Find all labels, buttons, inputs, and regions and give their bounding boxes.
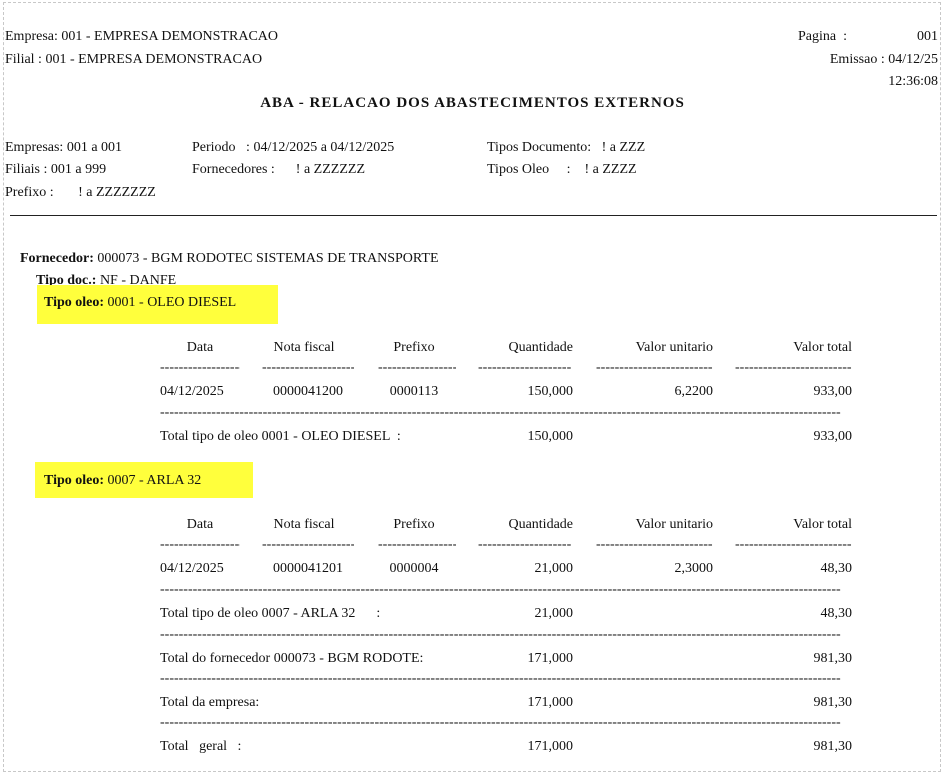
report-title: ABA - RELACAO DOS ABASTECIMENTOS EXTERNO… [260, 95, 685, 111]
total-fornecedor-valor: 981,30 [813, 651, 853, 666]
row-data: 04/12/2025 [160, 384, 224, 399]
col-underline: -------------------- [160, 539, 240, 551]
filial-line: Filial : 001 - EMPRESA DEMONSTRACAO [5, 52, 263, 67]
header-divider [10, 215, 937, 216]
total-empresa-label: Total da empresa: [160, 695, 260, 710]
col-valor-unit-header: Valor unitario [635, 517, 713, 532]
total-tipo-qtd: 21,000 [534, 606, 574, 621]
total-tipo-qtd: 150,000 [527, 429, 574, 444]
col-nota-header: Nota fiscal [273, 517, 335, 532]
row-data: 04/12/2025 [160, 561, 224, 576]
col-underline: -------------------- [262, 362, 354, 374]
tipo-oleo-label: Tipo oleo: [44, 473, 105, 488]
total-geral-label: Total geral : [160, 739, 242, 754]
total-tipo-label: Total tipo de oleo 0007 - ARLA 32 : [160, 606, 381, 621]
hora-line: 12:36:08 [888, 74, 938, 89]
total-tipo-valor: 933,00 [813, 429, 853, 444]
col-underline: -------------------- [160, 362, 240, 374]
col-underline: -------------------- [262, 539, 354, 551]
param-filiais: Filiais : 001 a 999 [5, 162, 107, 177]
row-separator: ----------------------------------------… [160, 673, 841, 685]
param-tipos-oleo: Tipos Oleo : ! a ZZZZ [487, 162, 637, 177]
total-tipo-label: Total tipo de oleo 0001 - OLEO DIESEL : [160, 429, 401, 444]
tipo-oleo-value: 0001 - OLEO DIESEL [104, 295, 237, 310]
total-fornecedor-label: Total do fornecedor 000073 - BGM RODOTE: [160, 651, 424, 666]
param-fornecedores: Fornecedores : ! a ZZZZZZ [192, 162, 365, 177]
empresa-line: Empresa: 001 - EMPRESA DEMONSTRACAO [5, 29, 279, 44]
col-prefixo-header: Prefixo [393, 340, 435, 355]
row-valor-unit: 2,3000 [674, 561, 714, 576]
col-valor-unit-header: Valor unitario [635, 340, 713, 355]
col-quantidade-header: Quantidade [508, 517, 573, 532]
pagina-value: 001 [917, 29, 938, 44]
total-empresa-qtd: 171,000 [527, 695, 574, 710]
tipo-oleo-label: Tipo oleo: [44, 295, 105, 310]
row-prefixo: 0000004 [389, 561, 439, 576]
col-data-header: Data [186, 517, 214, 532]
row-nota: 0000041201 [273, 561, 343, 576]
tipo-oleo-value: 0007 - ARLA 32 [104, 473, 202, 488]
col-valor-total-header: Valor total [793, 517, 852, 532]
row-valor-total: 48,30 [820, 561, 853, 576]
row-quantidade: 150,000 [527, 384, 574, 399]
col-data-header: Data [186, 340, 214, 355]
param-prefixo: Prefixo : ! a ZZZZZZZ [5, 185, 156, 200]
row-prefixo: 0000113 [389, 384, 439, 399]
col-underline: -------------------- [478, 362, 572, 374]
col-underline: ---------------------------- [596, 362, 713, 374]
param-empresas: Empresas: 001 a 001 [5, 140, 123, 155]
fornecedor-value: 000073 - BGM RODOTEC SISTEMAS DE TRANSPO… [93, 251, 439, 266]
total-geral-qtd: 171,000 [527, 739, 574, 754]
row-valor-unit: 6,2200 [674, 384, 714, 399]
param-periodo: Periodo : 04/12/2025 a 04/12/2025 [192, 140, 395, 155]
col-underline: ---------------------------- [596, 539, 713, 551]
tipo-oleo-line: Tipo oleo: 0001 - OLEO DIESEL [44, 295, 236, 311]
fornecedor-line: Fornecedor: 000073 - BGM RODOTEC SISTEMA… [20, 251, 439, 267]
col-valor-total-header: Valor total [793, 340, 852, 355]
pagina-label: Pagina : [798, 29, 847, 44]
param-tipos-documento: Tipos Documento: ! a ZZZ [487, 140, 646, 155]
row-separator: ----------------------------------------… [160, 629, 841, 641]
total-geral-valor: 981,30 [813, 739, 853, 754]
emissao-line: Emissao : 04/12/25 [829, 52, 938, 67]
col-underline: -------------------- [378, 539, 456, 551]
col-underline: ---------------------------- [735, 362, 852, 374]
col-underline: -------------------- [478, 539, 572, 551]
total-empresa-valor: 981,30 [813, 695, 853, 710]
row-nota: 0000041200 [273, 384, 343, 399]
total-fornecedor-qtd: 171,000 [527, 651, 574, 666]
col-underline: -------------------- [378, 362, 456, 374]
col-quantidade-header: Quantidade [508, 340, 573, 355]
fornecedor-label: Fornecedor: [20, 251, 94, 266]
row-separator: ----------------------------------------… [160, 584, 841, 596]
row-separator: ----------------------------------------… [160, 407, 841, 419]
row-valor-total: 933,00 [813, 384, 853, 399]
col-prefixo-header: Prefixo [393, 517, 435, 532]
total-tipo-valor: 48,30 [820, 606, 853, 621]
col-underline: ---------------------------- [735, 539, 852, 551]
col-nota-header: Nota fiscal [273, 340, 335, 355]
tipo-oleo-line: Tipo oleo: 0007 - ARLA 32 [44, 473, 201, 489]
row-separator: ----------------------------------------… [160, 717, 841, 729]
row-quantidade: 21,000 [534, 561, 574, 576]
